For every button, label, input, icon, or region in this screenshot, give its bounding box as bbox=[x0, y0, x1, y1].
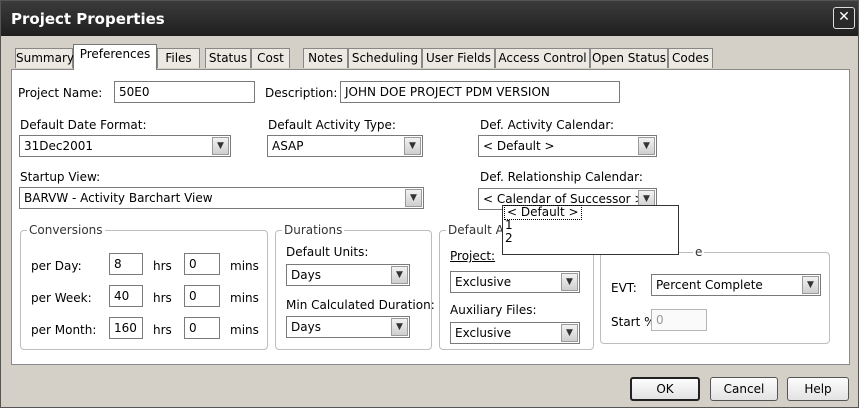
min-calculated-duration-select[interactable]: Days ▼ bbox=[286, 316, 410, 338]
earned-value-title: e bbox=[693, 245, 705, 259]
chevron-down-icon[interactable]: ▼ bbox=[561, 324, 578, 342]
description-field[interactable]: JOHN DOE PROJECT PDM VERSION bbox=[340, 81, 620, 103]
per-week-mins-field[interactable]: 0 bbox=[184, 285, 220, 307]
tab-scheduling[interactable]: Scheduling bbox=[348, 48, 422, 68]
per-week-label: per Week: bbox=[31, 291, 92, 305]
project-access-value: Exclusive bbox=[455, 275, 512, 289]
evt-label: EVT: bbox=[611, 281, 637, 295]
default-access-title: Default A bbox=[446, 223, 506, 237]
earned-value-group: e EVT: Percent Complete ▼ Start %: 0 bbox=[600, 245, 830, 344]
per-week-hrs-field[interactable]: 40 bbox=[109, 285, 143, 307]
evt-select[interactable]: Percent Complete ▼ bbox=[651, 274, 821, 296]
tab-access-control[interactable]: Access Control bbox=[495, 48, 590, 68]
dropdown-option[interactable]: < Default > bbox=[503, 205, 678, 220]
startup-view-label: Startup View: bbox=[20, 170, 101, 184]
per-day-mins-field[interactable]: 0 bbox=[184, 253, 220, 275]
dropdown-option[interactable]: 1 bbox=[503, 219, 678, 232]
tab-status[interactable]: Status bbox=[205, 48, 251, 68]
hrs-unit: hrs bbox=[153, 323, 172, 337]
chevron-down-icon[interactable]: ▼ bbox=[391, 266, 408, 284]
min-calculated-duration-value: Days bbox=[291, 320, 321, 334]
tab-files[interactable]: Files bbox=[157, 48, 200, 68]
cancel-button[interactable]: Cancel bbox=[710, 377, 778, 401]
relationship-calendar-value: < Calendar of Successor > bbox=[483, 192, 645, 206]
project-access-label: Project: bbox=[450, 249, 496, 263]
durations-group: Durations Default Units: Days ▼ Min Calc… bbox=[275, 223, 435, 350]
project-properties-dialog: Project Properties ✕ Summary Preferences… bbox=[0, 0, 859, 408]
preferences-panel: Project Name: 50E0 Description: JOHN DOE… bbox=[11, 69, 850, 365]
per-month-label: per Month: bbox=[31, 323, 97, 337]
relationship-calendar-dropdown-list: < Default > 1 2 bbox=[502, 205, 679, 255]
min-calculated-duration-label: Min Calculated Duration: bbox=[286, 298, 435, 312]
hrs-unit: hrs bbox=[153, 259, 172, 273]
evt-value: Percent Complete bbox=[656, 278, 763, 292]
date-format-value: 31Dec2001 bbox=[24, 139, 94, 153]
tab-codes[interactable]: Codes bbox=[668, 48, 713, 68]
auxiliary-files-select[interactable]: Exclusive ▼ bbox=[450, 322, 580, 344]
startup-view-value: BARVW - Activity Barchart View bbox=[24, 191, 213, 205]
help-button[interactable]: Help bbox=[787, 377, 849, 401]
activity-calendar-label: Def. Activity Calendar: bbox=[480, 118, 615, 132]
per-day-label: per Day: bbox=[31, 259, 82, 273]
activity-type-label: Default Activity Type: bbox=[268, 118, 396, 132]
relationship-calendar-label: Def. Relationship Calendar: bbox=[480, 170, 643, 184]
tab-notes[interactable]: Notes bbox=[303, 48, 348, 68]
default-units-label: Default Units: bbox=[286, 245, 369, 259]
dropdown-option-label: < Default > bbox=[504, 205, 582, 220]
per-day-hrs-field[interactable]: 8 bbox=[109, 253, 143, 275]
activity-calendar-select[interactable]: < Default > ▼ bbox=[478, 135, 657, 157]
hrs-unit: hrs bbox=[153, 291, 172, 305]
durations-title: Durations bbox=[282, 223, 345, 237]
chevron-down-icon[interactable]: ▼ bbox=[391, 318, 408, 336]
chevron-down-icon[interactable]: ▼ bbox=[638, 137, 655, 155]
project-access-select[interactable]: Exclusive ▼ bbox=[450, 271, 580, 293]
conversions-group: Conversions per Day: 8 hrs 0 mins per We… bbox=[20, 223, 268, 350]
description-label: Description: bbox=[265, 86, 338, 100]
tab-summary[interactable]: Summary bbox=[15, 48, 74, 68]
project-name-label: Project Name: bbox=[18, 86, 103, 100]
chevron-down-icon[interactable]: ▼ bbox=[561, 273, 578, 291]
close-icon[interactable]: ✕ bbox=[833, 7, 855, 29]
tab-cost[interactable]: Cost bbox=[251, 48, 290, 68]
dropdown-option[interactable]: 2 bbox=[503, 232, 678, 245]
startup-view-select[interactable]: BARVW - Activity Barchart View ▼ bbox=[19, 187, 424, 209]
dialog-title: Project Properties bbox=[11, 10, 165, 28]
activity-type-value: ASAP bbox=[272, 139, 304, 153]
chevron-down-icon[interactable]: ▼ bbox=[404, 137, 421, 155]
chevron-down-icon[interactable]: ▼ bbox=[802, 276, 819, 294]
date-format-label: Default Date Format: bbox=[20, 118, 147, 132]
mins-unit: mins bbox=[230, 259, 259, 273]
ok-button[interactable]: OK bbox=[630, 377, 700, 401]
auxiliary-files-value: Exclusive bbox=[455, 326, 512, 340]
activity-type-select[interactable]: ASAP ▼ bbox=[267, 135, 423, 157]
date-format-select[interactable]: 31Dec2001 ▼ bbox=[19, 135, 231, 157]
auxiliary-files-label: Auxiliary Files: bbox=[450, 303, 537, 317]
start-percent-field[interactable]: 0 bbox=[651, 309, 707, 331]
tab-preferences[interactable]: Preferences bbox=[73, 44, 157, 70]
tab-open-status[interactable]: Open Status bbox=[590, 48, 668, 68]
per-month-hrs-field[interactable]: 160 bbox=[109, 317, 143, 339]
title-bar: Project Properties ✕ bbox=[1, 1, 858, 36]
conversions-title: Conversions bbox=[27, 223, 105, 237]
per-month-mins-field[interactable]: 0 bbox=[184, 317, 220, 339]
activity-calendar-value: < Default > bbox=[483, 139, 555, 153]
chevron-down-icon[interactable]: ▼ bbox=[212, 137, 229, 155]
project-name-field[interactable]: 50E0 bbox=[114, 81, 255, 103]
default-units-select[interactable]: Days ▼ bbox=[286, 264, 410, 286]
mins-unit: mins bbox=[230, 291, 259, 305]
chevron-down-icon[interactable]: ▼ bbox=[405, 189, 422, 207]
default-units-value: Days bbox=[291, 268, 321, 282]
mins-unit: mins bbox=[230, 323, 259, 337]
tab-user-fields[interactable]: User Fields bbox=[422, 48, 495, 68]
